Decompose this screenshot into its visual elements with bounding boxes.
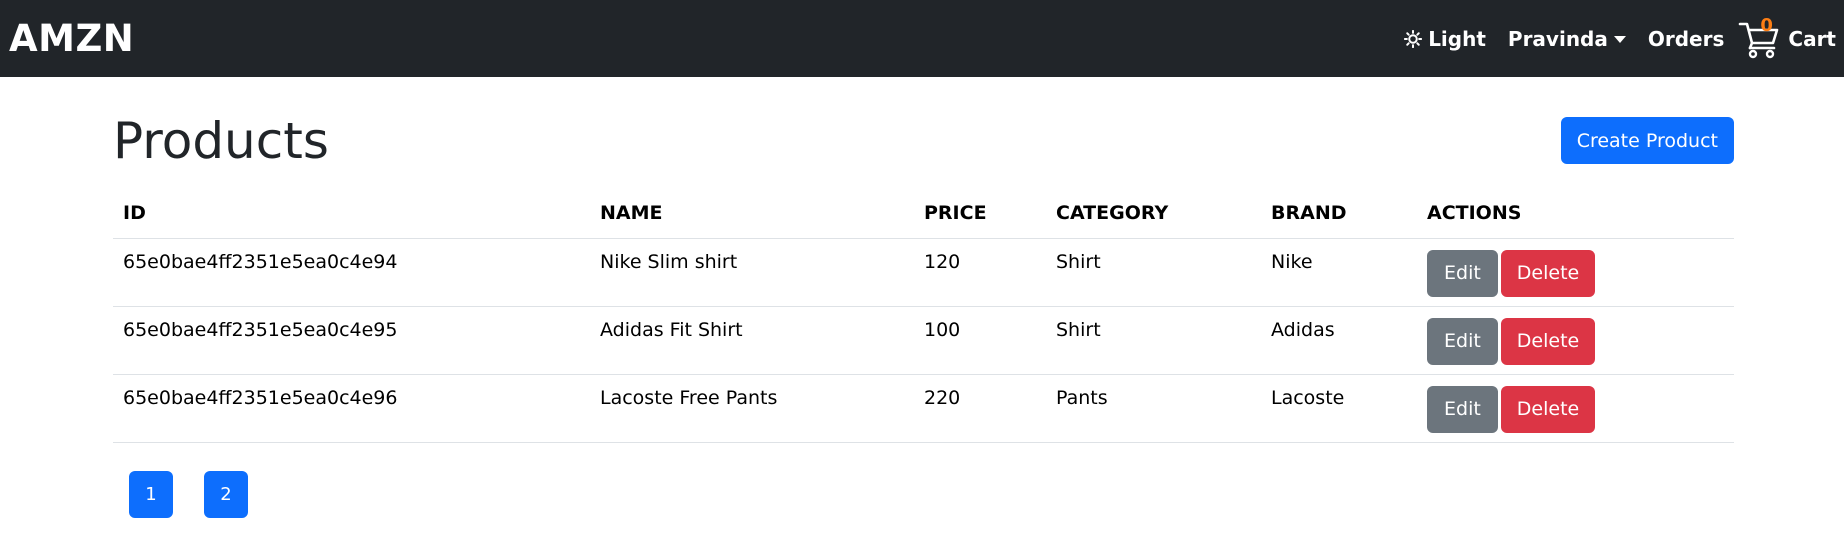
brand-logo[interactable]: AMZN xyxy=(9,17,134,60)
edit-button[interactable]: Edit xyxy=(1427,249,1498,297)
page-title: Products xyxy=(113,112,329,170)
cell-price: 100 xyxy=(914,306,1046,375)
chevron-down-icon xyxy=(1613,36,1626,43)
table-row: 65e0bae4ff2351e5ea0c4e95 Adidas Fit Shir… xyxy=(113,306,1734,375)
create-product-button[interactable]: Create Product xyxy=(1560,117,1734,164)
main-content: Products Create Product ID NAME PRICE CA… xyxy=(113,77,1734,518)
cell-id: 65e0bae4ff2351e5ea0c4e95 xyxy=(113,306,590,375)
theme-toggle-label: Light xyxy=(1428,26,1486,51)
cell-brand: Lacoste xyxy=(1261,374,1417,443)
delete-button[interactable]: Delete xyxy=(1500,317,1596,365)
cell-actions: Edit Delete xyxy=(1417,374,1734,443)
delete-button[interactable]: Delete xyxy=(1500,385,1596,433)
cell-price: 120 xyxy=(914,238,1046,307)
cell-actions: Edit Delete xyxy=(1417,306,1734,375)
column-header-brand: BRAND xyxy=(1261,189,1417,239)
orders-link[interactable]: Orders xyxy=(1648,27,1725,51)
cart-icon-wrapper: 0 xyxy=(1738,15,1782,59)
page-button-2[interactable]: 2 xyxy=(204,470,248,518)
edit-button[interactable]: Edit xyxy=(1427,385,1498,433)
page-header: Products Create Product xyxy=(113,77,1734,189)
cart-link[interactable]: 0 Cart xyxy=(1738,15,1836,59)
column-header-name: NAME xyxy=(590,189,914,239)
column-header-category: CATEGORY xyxy=(1046,189,1261,239)
cart-icon xyxy=(1739,22,1779,58)
cell-actions: Edit Delete xyxy=(1417,238,1734,307)
cell-id: 65e0bae4ff2351e5ea0c4e94 xyxy=(113,238,590,307)
products-table: ID NAME PRICE CATEGORY BRAND ACTIONS 65e… xyxy=(113,189,1734,443)
cell-brand: Nike xyxy=(1261,238,1417,307)
table-row: 65e0bae4ff2351e5ea0c4e94 Nike Slim shirt… xyxy=(113,238,1734,307)
cart-count-badge: 0 xyxy=(1760,14,1773,36)
cell-price: 220 xyxy=(914,374,1046,443)
cell-name: Nike Slim shirt xyxy=(590,238,914,307)
cell-name: Adidas Fit Shirt xyxy=(590,306,914,375)
cell-name: Lacoste Free Pants xyxy=(590,374,914,443)
user-menu-label: Pravinda xyxy=(1507,26,1608,51)
cell-category: Shirt xyxy=(1046,306,1261,375)
pagination: 1 2 xyxy=(129,470,1734,518)
theme-toggle[interactable]: Light xyxy=(1404,27,1486,51)
navbar: AMZN Light Pravinda Orders 0 Cart xyxy=(0,0,1844,77)
page-button-1[interactable]: 1 xyxy=(129,470,173,518)
sun-icon xyxy=(1404,29,1423,48)
cell-id: 65e0bae4ff2351e5ea0c4e96 xyxy=(113,374,590,443)
cell-category: Pants xyxy=(1046,374,1261,443)
column-header-id: ID xyxy=(113,189,590,239)
cart-label: Cart xyxy=(1788,26,1836,51)
column-header-actions: ACTIONS xyxy=(1417,189,1734,239)
table-header-row: ID NAME PRICE CATEGORY BRAND ACTIONS xyxy=(113,189,1734,239)
column-header-price: PRICE xyxy=(914,189,1046,239)
navbar-right: Light Pravinda Orders 0 Cart xyxy=(1404,0,1836,77)
cell-category: Shirt xyxy=(1046,238,1261,307)
user-menu-dropdown[interactable]: Pravinda xyxy=(1508,27,1626,51)
delete-button[interactable]: Delete xyxy=(1500,249,1596,297)
edit-button[interactable]: Edit xyxy=(1427,317,1498,365)
cell-brand: Adidas xyxy=(1261,306,1417,375)
table-row: 65e0bae4ff2351e5ea0c4e96 Lacoste Free Pa… xyxy=(113,374,1734,443)
